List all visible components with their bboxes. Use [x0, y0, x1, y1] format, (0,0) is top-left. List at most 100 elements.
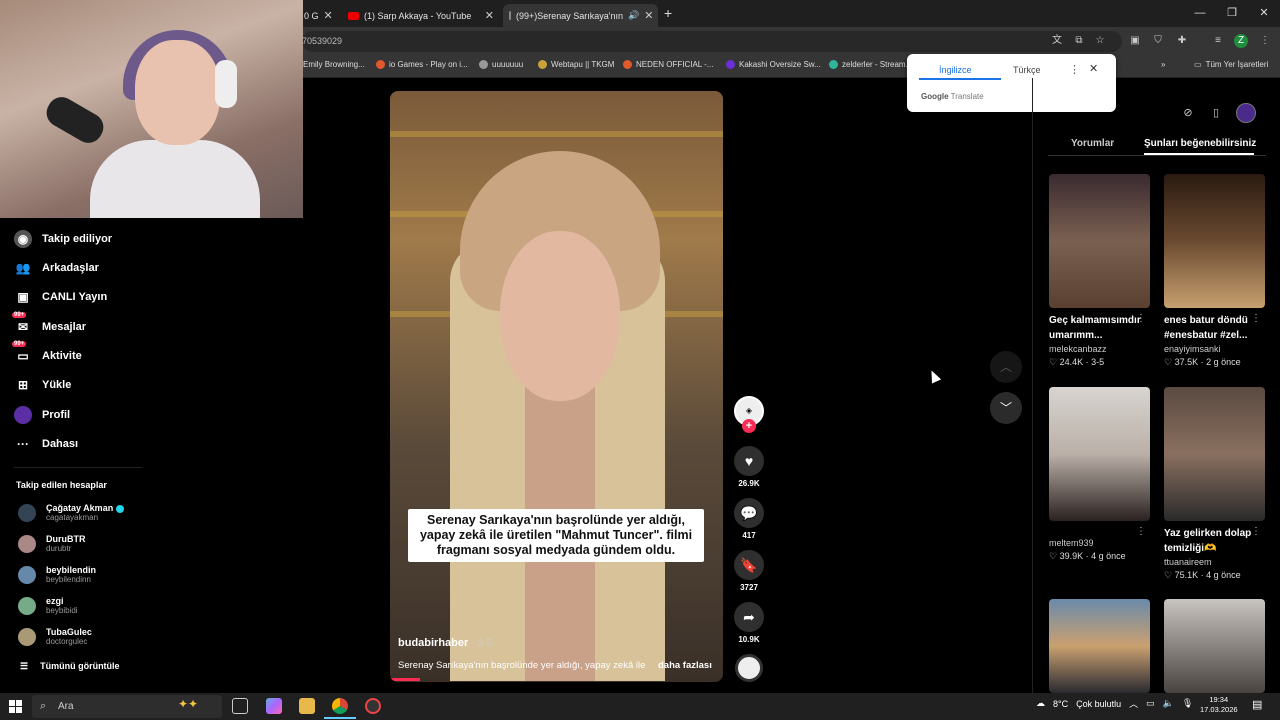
network-icon[interactable]: ▭	[1146, 698, 1155, 709]
taskbar-clock[interactable]: 19:34 17.03.2026	[1200, 695, 1238, 715]
browser-tab[interactable]: 0 G ✕	[298, 4, 338, 27]
suggested-video-card[interactable]	[1049, 599, 1150, 693]
nav-more[interactable]: ··· Dahası	[14, 435, 78, 453]
suggested-video-card[interactable]: ⋮ Geç kalmamısımdır umarımm... melekcanb…	[1049, 174, 1150, 368]
cast-icon[interactable]: ⧉	[1072, 34, 1086, 48]
share-icon[interactable]: ➦	[734, 602, 764, 632]
close-icon[interactable]: ✕	[485, 9, 494, 22]
share-action[interactable]: ➦ 10.9K	[734, 602, 764, 644]
bookmark[interactable]: uuuuuuu	[479, 60, 523, 69]
follow-button[interactable]: +	[742, 419, 756, 433]
more-link[interactable]: daha fazlası	[658, 660, 712, 671]
followed-account[interactable]: ezgi beybibidi	[18, 596, 78, 615]
obs-icon[interactable]	[365, 698, 381, 714]
tab-comments[interactable]: Yorumlar	[1071, 138, 1114, 149]
media-icon[interactable]: ≡	[1211, 34, 1225, 48]
new-tab-button[interactable]: +	[664, 5, 672, 21]
task-view-icon[interactable]	[232, 698, 248, 714]
close-window-icon[interactable]: ✕	[1248, 0, 1280, 27]
video-thumbnail[interactable]	[1164, 387, 1265, 521]
card-user[interactable]: ttuanaireem	[1164, 557, 1265, 567]
nav-profile[interactable]: Profil	[14, 406, 70, 424]
options-kebab-icon[interactable]: ⋮	[1069, 63, 1080, 76]
all-bookmarks[interactable]: ▭ Tüm Yer İşaretleri	[1194, 60, 1268, 69]
compass-icon[interactable]: ⊘	[1180, 105, 1196, 121]
chrome-icon[interactable]	[332, 698, 348, 714]
restore-icon[interactable]: ❐	[1216, 0, 1248, 27]
video-player[interactable]: Serenay Sarıkaya'nın başrolünde yer aldı…	[390, 91, 723, 682]
file-explorer-icon[interactable]	[299, 698, 315, 714]
card-user[interactable]: melekcanbazz	[1049, 344, 1150, 354]
nav-activity[interactable]: ▭ 99+ Aktivite	[12, 341, 82, 365]
translate-icon[interactable]: 文	[1050, 34, 1064, 48]
extension-icon[interactable]: ▣	[1128, 34, 1142, 48]
bookmark-star-icon[interactable]: ☆	[1093, 34, 1107, 48]
previous-video-button[interactable]: ︿	[990, 351, 1022, 383]
video-progress-bar[interactable]	[390, 678, 420, 681]
windows-start-icon[interactable]	[9, 700, 22, 713]
profile-avatar[interactable]: Z	[1234, 34, 1248, 48]
close-icon[interactable]: ✕	[644, 9, 653, 22]
menu-kebab-icon[interactable]: ⋮	[1258, 34, 1272, 48]
shield-icon[interactable]: ⛉	[1151, 34, 1165, 48]
kebab-icon[interactable]: ⋮	[1251, 526, 1261, 537]
followed-account[interactable]: TubaGulec doctorgulec	[18, 627, 92, 646]
user-avatar[interactable]	[1236, 103, 1256, 123]
like-action[interactable]: ♥ 26.9K	[734, 446, 764, 488]
see-all-following[interactable]: ☰ Tümünü görüntüle	[20, 661, 120, 672]
tab-suggestions[interactable]: Şunları beğenebilirsiniz	[1144, 138, 1256, 149]
video-thumbnail[interactable]	[1164, 174, 1265, 308]
comment-action[interactable]: 💬 417	[734, 498, 764, 540]
minimize-icon[interactable]: —	[1184, 0, 1216, 27]
suggested-video-card[interactable]: ⋮ meltem939 ♡ 39.9K · 4 g önce	[1049, 387, 1150, 562]
bookmarks-overflow-icon[interactable]: »	[1161, 60, 1165, 69]
suggested-video-card[interactable]: ⋮ Yaz gelirken dolap temizliği🫶 ttuanair…	[1164, 387, 1265, 581]
lang-target-tab[interactable]: Türkçe	[1013, 65, 1041, 75]
next-video-button[interactable]: ﹀	[990, 392, 1022, 424]
close-icon[interactable]: ✕	[1089, 62, 1098, 75]
mic-icon[interactable]: 🎙	[1182, 698, 1193, 709]
card-user[interactable]: meltem939	[1049, 538, 1150, 548]
nav-friends[interactable]: 👥 Arkadaşlar	[14, 259, 99, 277]
nav-messages[interactable]: ✉ 99+ Mesajlar	[12, 312, 86, 336]
close-icon[interactable]: ✕	[324, 9, 333, 22]
bookmark[interactable]: Webtapu || TKGM	[538, 60, 614, 69]
video-thumbnail[interactable]	[1049, 174, 1150, 308]
heart-icon[interactable]: ♥	[734, 446, 764, 476]
bookmark-icon[interactable]: 🔖	[734, 550, 764, 580]
puzzle-icon[interactable]: ✚	[1175, 34, 1189, 48]
bookmark[interactable]: zelderler - Stream...	[829, 60, 912, 69]
kebab-icon[interactable]: ⋮	[1136, 313, 1146, 324]
video-author[interactable]: budabirhaber · 3-5	[398, 637, 492, 649]
music-disc-icon[interactable]	[735, 654, 763, 682]
chevron-up-icon[interactable]: ︿	[1129, 697, 1138, 710]
speaker-icon[interactable]: 🔊	[628, 10, 639, 21]
card-user[interactable]: enayiyimsanki	[1164, 344, 1265, 354]
browser-tab-tiktok[interactable]: (99+)Serenay Sarıkaya'nın 🔊 ✕	[503, 4, 658, 27]
notification-icon[interactable]: ▤	[1252, 698, 1262, 711]
nav-following[interactable]: ◉ Takip ediliyor	[14, 230, 112, 248]
followed-account[interactable]: Çağatay Akman cagatayakman	[18, 503, 125, 522]
copilot-icon[interactable]	[266, 698, 282, 714]
weather-icon[interactable]: ☁	[1036, 698, 1045, 709]
video-thumbnail[interactable]	[1164, 599, 1265, 693]
suggested-video-card[interactable]: ⋮ enes batur döndü #enesbatur #zel... en…	[1164, 174, 1265, 368]
nav-live[interactable]: ▣ CANLI Yayın	[14, 288, 107, 306]
lang-source-tab[interactable]: İngilizce	[939, 65, 972, 75]
followed-account[interactable]: beybilendin beybilendinn	[18, 565, 96, 584]
video-thumbnail[interactable]	[1049, 387, 1150, 521]
nav-upload[interactable]: ⊞ Yükle	[14, 376, 71, 394]
kebab-icon[interactable]: ⋮	[1136, 526, 1146, 537]
followed-account[interactable]: DuruBTR durubtr	[18, 534, 86, 553]
kebab-icon[interactable]: ⋮	[1251, 313, 1261, 324]
bookmark[interactable]: io Games - Play on i...	[376, 60, 468, 69]
volume-icon[interactable]: 🔈	[1163, 698, 1174, 709]
comment-icon[interactable]: 💬	[734, 498, 764, 528]
browser-tab-youtube[interactable]: (1) Sarp Akkaya - YouTube ✕	[342, 4, 500, 27]
bookmark[interactable]: Kakashi Oversize Sw...	[726, 60, 821, 69]
video-thumbnail[interactable]	[1049, 599, 1150, 693]
bookmark[interactable]: Emily Browning...	[303, 60, 365, 69]
save-action[interactable]: 🔖 3727	[734, 550, 764, 592]
suggested-video-card[interactable]	[1164, 599, 1265, 693]
phone-icon[interactable]: ▯	[1208, 105, 1224, 121]
